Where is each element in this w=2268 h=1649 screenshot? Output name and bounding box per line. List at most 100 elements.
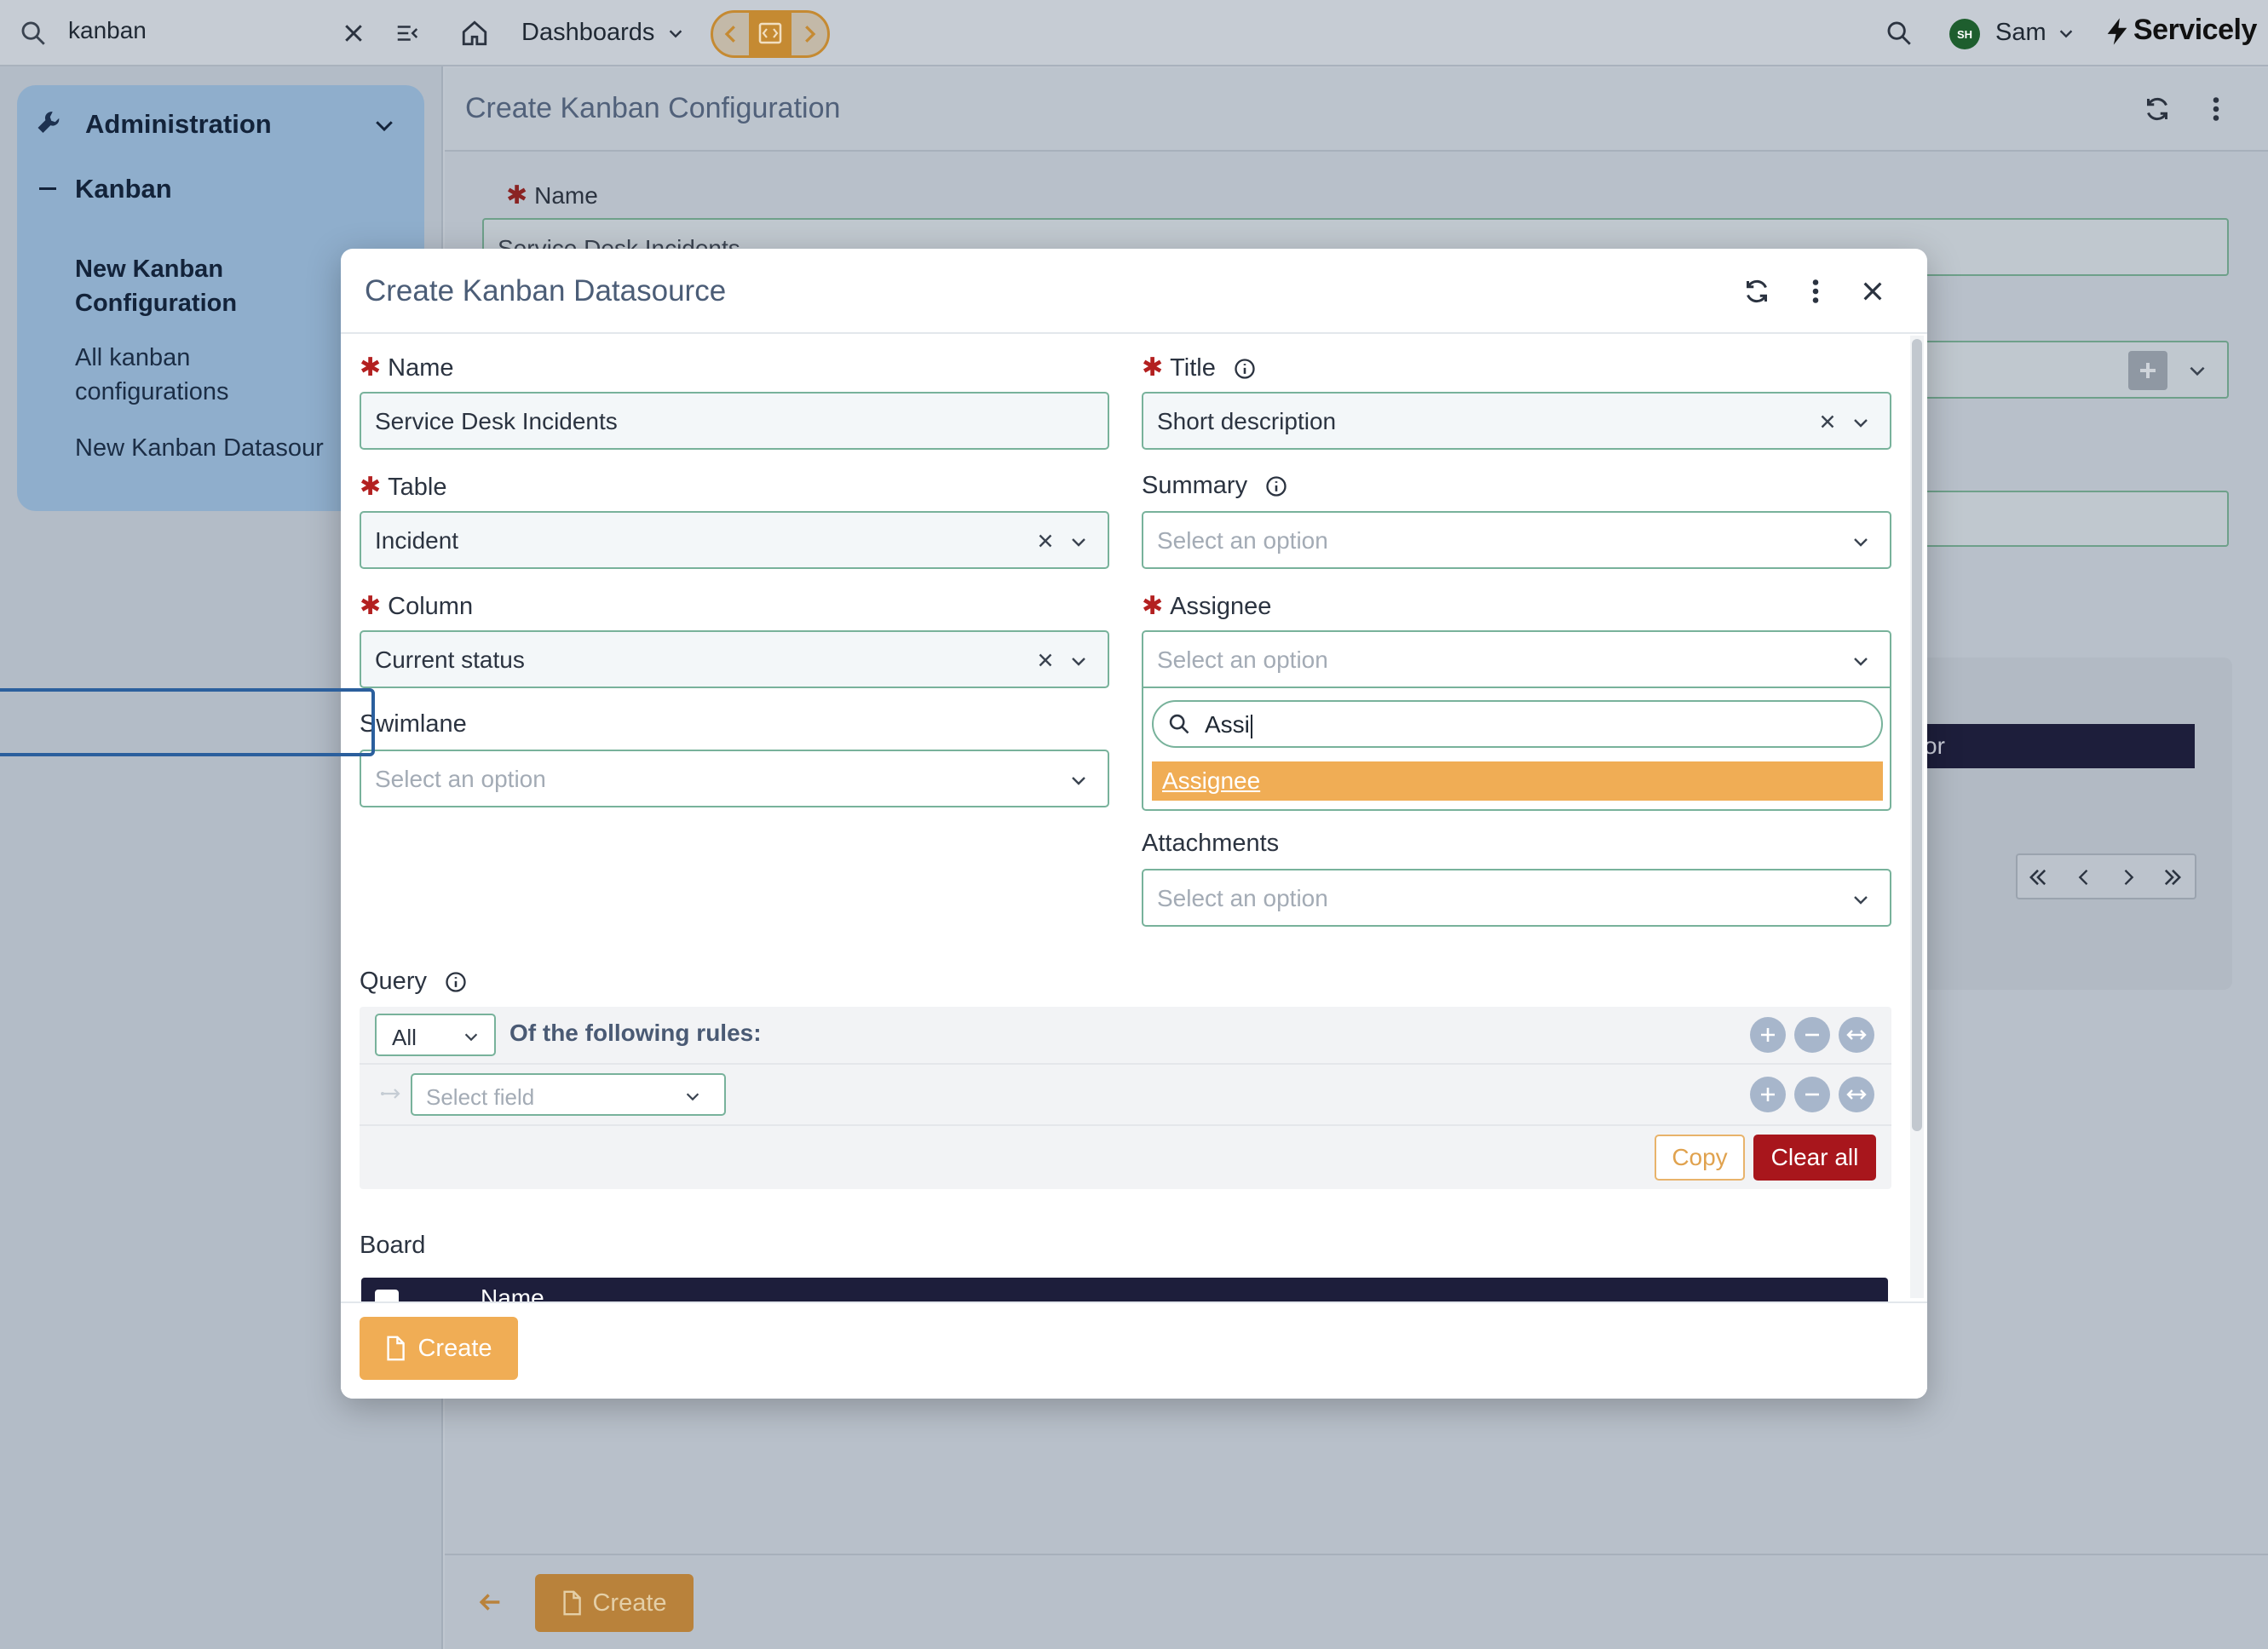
nav-item-new-kanban-datasource[interactable]: New Kanban Datasour — [75, 431, 324, 465]
bg-pagination — [2016, 853, 2196, 899]
user-menu[interactable]: Sam — [1995, 19, 2075, 47]
chevron-down-icon[interactable] — [371, 112, 397, 138]
search-icon — [1167, 712, 1191, 736]
match-type-select[interactable]: All — [375, 1014, 496, 1056]
more-options-icon[interactable] — [1803, 276, 1828, 307]
chevron-down-icon — [666, 24, 685, 43]
scrollbar-thumb[interactable] — [1912, 339, 1922, 1131]
last-page-icon[interactable] — [2161, 865, 2185, 889]
page-title: Create Kanban Configuration — [465, 92, 841, 124]
name-label: ✱ Name — [360, 353, 454, 382]
back-arrow-icon[interactable] — [475, 1588, 504, 1617]
chevron-down-icon[interactable] — [1068, 531, 1089, 552]
chevron-down-icon[interactable] — [1851, 651, 1871, 671]
table-select[interactable]: Incident — [360, 511, 1109, 569]
clear-icon[interactable] — [1816, 411, 1839, 433]
modal-title: Create Kanban Datasource — [365, 274, 727, 307]
attachments-select[interactable]: Select an option — [1142, 869, 1891, 927]
prev-page-icon[interactable] — [2072, 865, 2096, 889]
info-icon[interactable] — [444, 970, 468, 994]
back-arrow-icon[interactable] — [718, 21, 744, 47]
rules-label: Of the following rules: — [509, 1020, 762, 1046]
column-select[interactable]: Current status — [360, 630, 1109, 688]
column-label: ✱ Column — [360, 592, 474, 620]
bg-footer — [445, 1554, 2268, 1649]
bg-name-label: ✱ Name — [506, 181, 598, 210]
focus-highlight — [0, 688, 375, 756]
drag-handle-icon[interactable] — [378, 1083, 402, 1104]
nest-group-icon[interactable] — [1839, 1077, 1874, 1112]
create-button[interactable]: Create — [360, 1317, 518, 1380]
nav-subsection-kanban[interactable]: Kanban — [75, 174, 172, 204]
info-icon[interactable] — [1264, 474, 1288, 498]
remove-rule-icon[interactable] — [1794, 1077, 1830, 1112]
query-label: Query — [360, 968, 468, 996]
chevron-down-icon[interactable] — [1068, 770, 1089, 790]
add-icon[interactable] — [2128, 351, 2167, 390]
search-icon — [19, 19, 48, 48]
home-icon[interactable] — [460, 19, 489, 48]
swimlane-select[interactable]: Select an option — [360, 750, 1109, 807]
chevron-down-icon[interactable] — [1851, 531, 1871, 552]
nav-item-all-kanban-configurations[interactable]: All kanban configurations — [75, 341, 229, 409]
bg-table-header: or — [1908, 724, 2195, 768]
bg-create-button[interactable]: Create — [535, 1574, 694, 1632]
name-input[interactable]: Service Desk Incidents — [360, 392, 1109, 450]
bg-board-card — [1900, 658, 2232, 990]
rule-field-select[interactable]: Select field — [411, 1073, 726, 1116]
modal-header: Create Kanban Datasource — [341, 249, 1927, 334]
title-select[interactable]: Short description — [1142, 392, 1891, 450]
avatar[interactable]: SH — [1949, 19, 1980, 49]
board-label: Board — [360, 1232, 426, 1259]
clear-icon[interactable] — [1034, 649, 1056, 671]
wrench-icon — [34, 107, 65, 138]
chevron-down-icon[interactable] — [1851, 412, 1871, 433]
chevron-down-icon — [462, 1027, 481, 1046]
assignee-label: ✱ Assignee — [1142, 592, 1272, 620]
nav-search-bar[interactable]: kanban — [0, 0, 443, 66]
assignee-select[interactable]: Select an option — [1142, 630, 1891, 688]
copy-query-button[interactable]: Copy — [1655, 1135, 1745, 1181]
add-rule-icon[interactable] — [1750, 1017, 1786, 1053]
chevron-down-icon — [683, 1087, 702, 1106]
swimlane-label: Swimlane — [360, 710, 467, 738]
document-icon — [385, 1336, 406, 1361]
collapse-menu-icon[interactable] — [394, 20, 421, 46]
dropdown-option-assignee[interactable]: Assignee — [1152, 761, 1883, 801]
info-icon[interactable] — [1233, 357, 1257, 381]
modal-footer-bar — [341, 1301, 1927, 1399]
collapse-dash-icon[interactable] — [39, 187, 56, 190]
nav-item-new-kanban-configuration[interactable]: New Kanban Configuration — [75, 252, 237, 320]
nav-section-administration[interactable]: Administration — [85, 109, 272, 140]
lightning-icon — [2104, 17, 2130, 46]
brand-logo: Servicely — [2104, 14, 2257, 47]
history-nav-group — [711, 10, 830, 58]
remove-rule-icon[interactable] — [1794, 1017, 1830, 1053]
chevron-down-icon — [2057, 24, 2075, 43]
clear-icon[interactable] — [1034, 530, 1056, 552]
more-options-icon[interactable] — [2203, 94, 2229, 124]
close-icon[interactable] — [1859, 278, 1886, 305]
clear-search-icon[interactable] — [341, 20, 366, 46]
refresh-icon[interactable] — [1741, 276, 1772, 307]
document-icon — [561, 1590, 582, 1616]
summary-label: Summary — [1142, 472, 1288, 500]
chevron-down-icon[interactable] — [2186, 359, 2208, 382]
forward-arrow-icon[interactable] — [797, 21, 822, 47]
next-page-icon[interactable] — [2116, 865, 2140, 889]
nest-group-icon[interactable] — [1839, 1017, 1874, 1053]
embed-code-button[interactable] — [749, 13, 791, 55]
nav-search-input[interactable]: kanban — [68, 17, 147, 44]
add-rule-icon[interactable] — [1750, 1077, 1786, 1112]
dropdown-search-input[interactable]: Assi — [1205, 711, 1252, 738]
dashboards-menu[interactable]: Dashboards — [521, 19, 685, 47]
assignee-dropdown-search[interactable]: Assi — [1152, 700, 1883, 748]
clear-all-button[interactable]: Clear all — [1753, 1135, 1876, 1181]
global-search-icon[interactable] — [1885, 19, 1914, 48]
first-page-icon[interactable] — [2026, 865, 2050, 889]
title-label: ✱ Title — [1142, 353, 1257, 382]
chevron-down-icon[interactable] — [1068, 651, 1089, 671]
summary-select[interactable]: Select an option — [1142, 511, 1891, 569]
refresh-icon[interactable] — [2142, 94, 2173, 124]
chevron-down-icon[interactable] — [1851, 889, 1871, 910]
